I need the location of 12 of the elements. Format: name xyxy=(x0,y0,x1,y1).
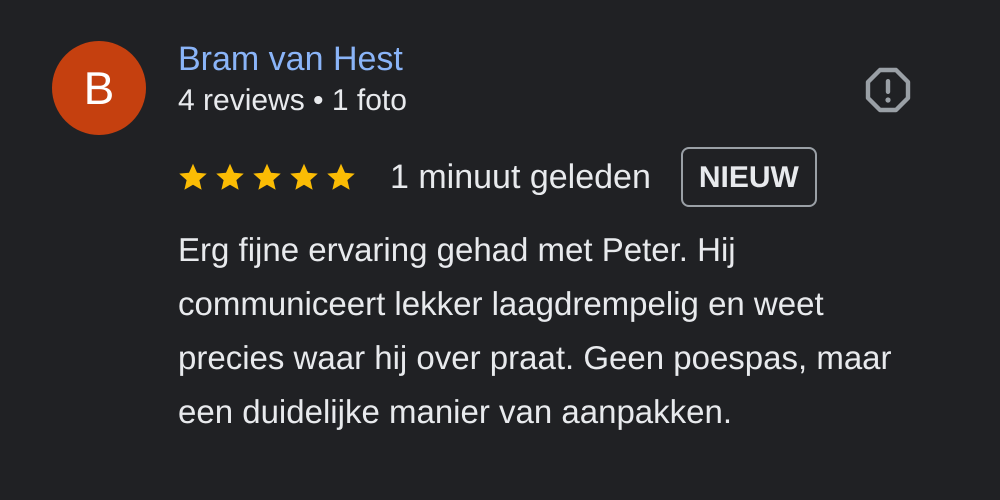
star-icon xyxy=(326,162,356,192)
review-time: 1 minuut geleden xyxy=(390,157,651,197)
author-meta: 4 reviews • 1 foto xyxy=(178,83,407,119)
star-icon xyxy=(178,162,208,192)
new-badge: NIEUW xyxy=(680,147,817,207)
author-name[interactable]: Bram van Hest xyxy=(178,37,407,81)
avatar: B xyxy=(52,41,146,135)
star-icon xyxy=(289,162,319,192)
star-icon xyxy=(252,162,282,192)
report-icon[interactable] xyxy=(864,66,912,114)
star-icon xyxy=(215,162,245,192)
review-text: Erg fijne ervaring gehad met Peter. Hij communiceert lekker laagdrempelig en weet precies waar hij over praat. Geen poespas, maar een duidelijke manier van aanpakken. xyxy=(178,230,893,432)
